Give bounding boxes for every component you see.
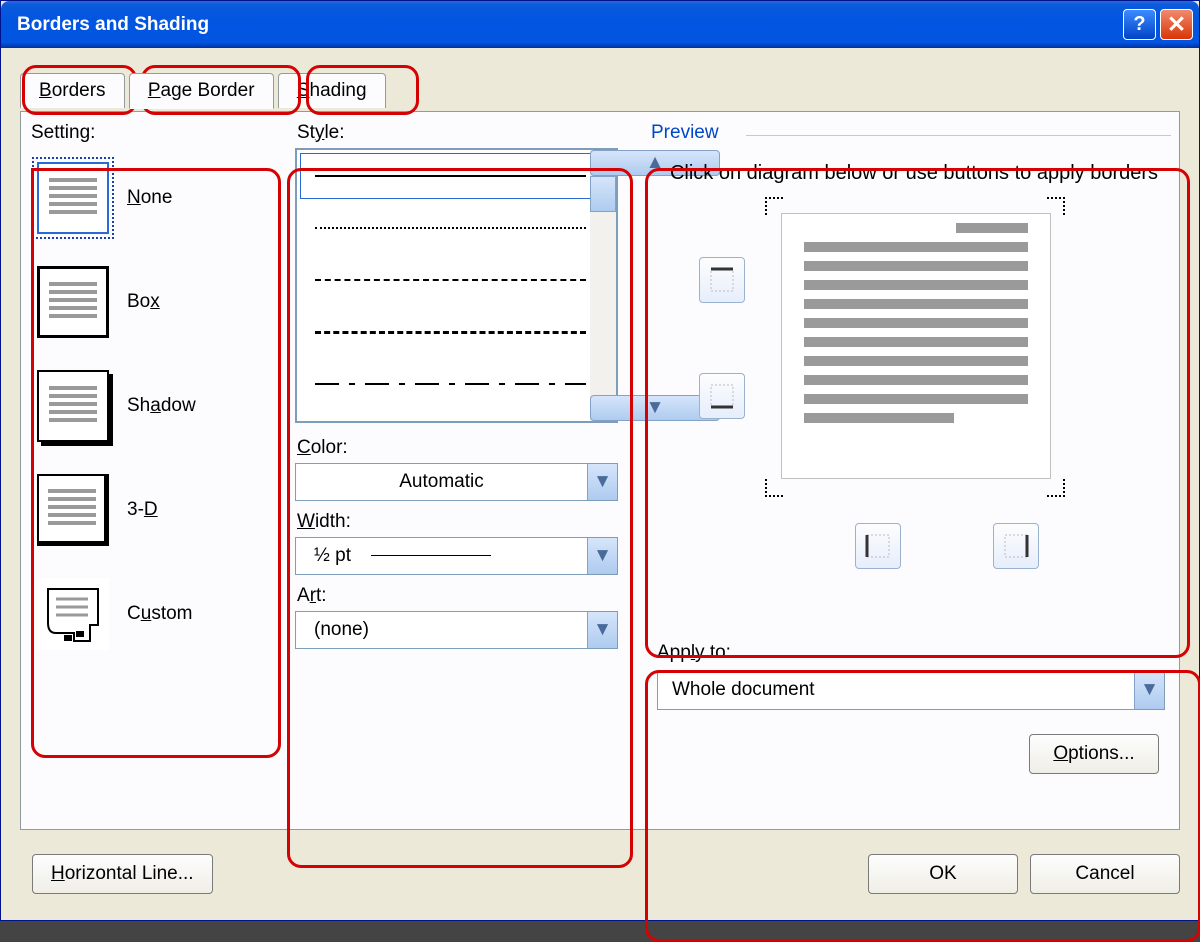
tab-panel: Setting: None Box Shadow 3-D bbox=[20, 111, 1180, 830]
horizontal-line-button[interactable]: Horizontal Line... bbox=[32, 854, 213, 894]
style-label: Style: bbox=[297, 122, 345, 143]
titlebar[interactable]: Borders and Shading ? ✕ bbox=[1, 1, 1199, 48]
close-button[interactable]: ✕ bbox=[1160, 9, 1193, 40]
borders-shading-dialog: Borders and Shading ? ✕ Borders Page Bor… bbox=[0, 0, 1200, 921]
tab-page-border[interactable]: Page Border bbox=[129, 73, 274, 109]
body: Borders Page Border Shading Setting: Non… bbox=[6, 48, 1194, 915]
preview-label: Preview bbox=[651, 122, 1171, 144]
cancel-button[interactable]: Cancel bbox=[1030, 854, 1180, 894]
setting-label: Setting: bbox=[27, 122, 267, 144]
help-button[interactable]: ? bbox=[1123, 9, 1156, 40]
ok-button[interactable]: OK bbox=[868, 854, 1018, 894]
title-text: Borders and Shading bbox=[17, 14, 209, 36]
footer: Horizontal Line... OK Cancel bbox=[20, 851, 1180, 897]
